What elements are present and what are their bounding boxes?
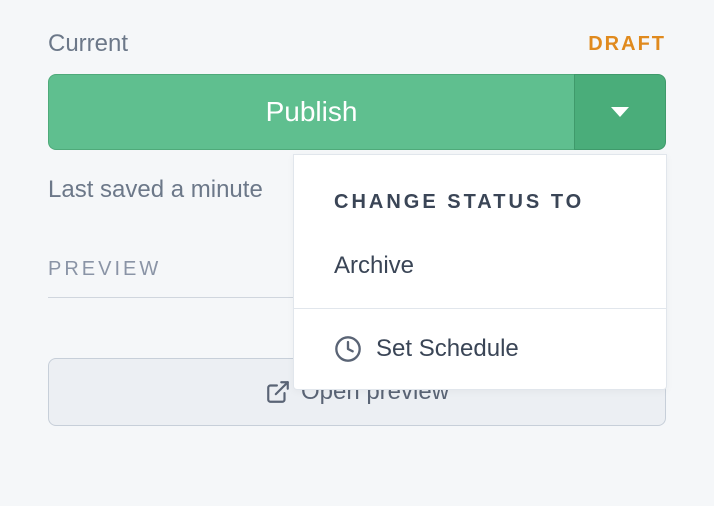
draft-badge: DRAFT [588,33,666,56]
archive-option-label: Archive [334,252,414,280]
publish-dropdown-toggle[interactable] [574,74,666,150]
caret-down-icon [611,107,629,117]
set-schedule-option[interactable]: Set Schedule [294,308,666,389]
publish-row: Publish [48,74,666,150]
publish-button[interactable]: Publish [48,74,574,150]
clock-icon [334,335,362,363]
archive-option[interactable]: Archive [294,234,666,308]
status-row: Current DRAFT [48,30,666,58]
status-dropdown-menu: CHANGE STATUS TO Archive Set Schedule [293,154,667,390]
current-status-label: Current [48,30,128,58]
set-schedule-option-label: Set Schedule [376,335,519,363]
dropdown-header: CHANGE STATUS TO [294,155,666,234]
publish-button-label: Publish [266,96,358,128]
external-link-icon [265,379,291,405]
